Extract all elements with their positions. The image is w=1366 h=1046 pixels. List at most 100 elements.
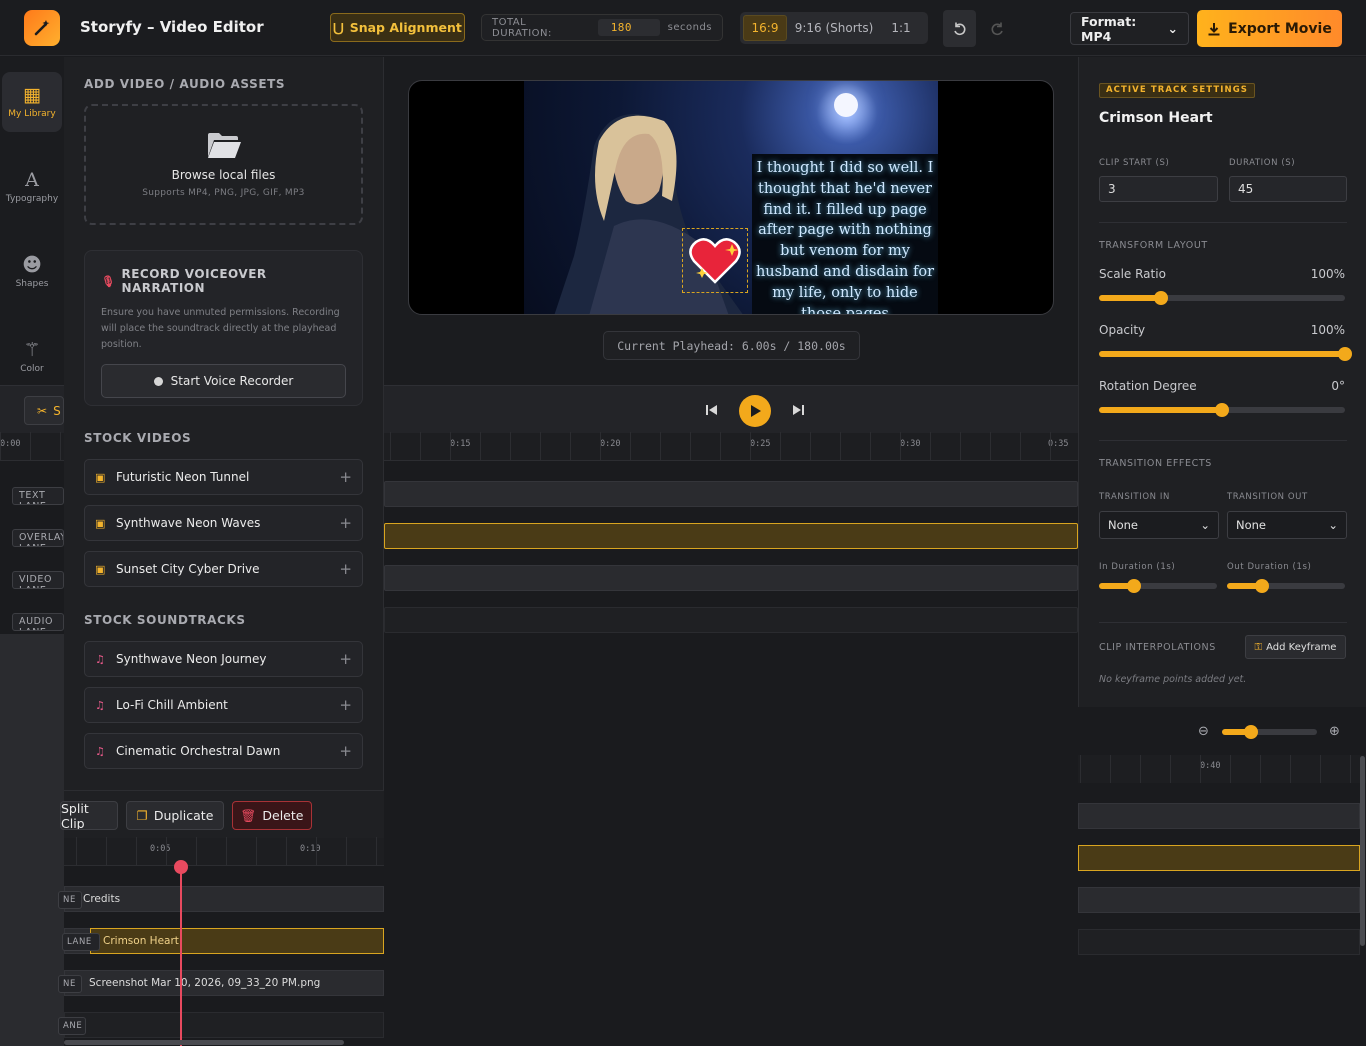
stock-video-item[interactable]: ▣ Sunset City Cyber Drive + xyxy=(84,551,363,587)
duration-input[interactable]: 45 xyxy=(1229,176,1347,202)
sidebar-item-color[interactable]: ⚚ Color xyxy=(2,327,62,387)
ruler-label: 0:35 xyxy=(1048,439,1069,449)
sidebar-item-shapes[interactable]: ☻ Shapes xyxy=(2,242,62,302)
stock-soundtrack-item[interactable]: ♫ Cinematic Orchestral Dawn + xyxy=(84,733,363,769)
crimson-heart-clip[interactable]: Crimson Heart xyxy=(90,928,384,954)
track-name: Crimson Heart xyxy=(1099,110,1213,126)
out-duration-knob[interactable] xyxy=(1255,579,1270,593)
undo-button[interactable] xyxy=(943,10,976,47)
format-select[interactable]: Format: MP4 ⌄ xyxy=(1070,12,1189,45)
add-icon[interactable]: + xyxy=(339,468,352,486)
zoom-slider-knob[interactable] xyxy=(1243,725,1258,739)
ruler-tick xyxy=(0,432,1,460)
rotation-slider[interactable] xyxy=(1099,403,1345,417)
play-button[interactable] xyxy=(739,395,771,427)
add-icon[interactable]: + xyxy=(339,696,352,714)
timeline-vertical-scrollbar[interactable] xyxy=(1360,756,1365,946)
add-icon[interactable]: + xyxy=(339,514,352,532)
transition-in-label: TRANSITION IN xyxy=(1099,492,1170,502)
heart-sticker-selection[interactable] xyxy=(682,228,748,293)
right-text-lane-clip[interactable] xyxy=(1078,803,1360,829)
add-keyframe-button[interactable]: ⚿ Add Keyframe xyxy=(1245,635,1346,659)
right-audio-lane-track[interactable] xyxy=(1078,929,1360,955)
ruler-tick xyxy=(136,837,137,865)
zoom-out-icon[interactable]: ⊖ xyxy=(1198,724,1209,739)
sidebar-item-my-library[interactable]: ▦ My Library xyxy=(2,72,62,132)
right-timeline-ruler[interactable]: 0:40 xyxy=(1078,755,1366,783)
start-voice-recorder-button[interactable]: Start Voice Recorder xyxy=(101,364,346,398)
mini-timeline-ruler[interactable]: 0:05 0:10 xyxy=(64,837,384,866)
preview-canvas[interactable]: I thought I did so well. I thought that … xyxy=(408,80,1054,315)
music-note-icon: ♫ xyxy=(95,744,105,758)
total-duration-input[interactable]: 180 xyxy=(597,19,660,36)
skip-forward-icon xyxy=(793,405,804,415)
right-overlay-lane-clip[interactable] xyxy=(1078,845,1360,871)
transition-in-select[interactable]: None ⌄ xyxy=(1099,511,1219,539)
split-clip-button[interactable]: Split Clip xyxy=(60,801,118,830)
skip-back-button[interactable] xyxy=(700,398,724,422)
chevron-down-icon: ⌄ xyxy=(1167,21,1178,36)
ruler-tick xyxy=(630,432,631,460)
magnet-icon: ⋃ xyxy=(333,20,344,35)
track-settings-panel: ACTIVE TRACK SETTINGS Crimson Heart CLIP… xyxy=(1078,57,1366,707)
add-icon[interactable]: + xyxy=(339,650,352,668)
duplicate-button[interactable]: ❐ Duplicate xyxy=(126,801,224,830)
ruler-label: 0:40 xyxy=(1200,761,1221,771)
timeline-horizontal-scrollbar[interactable] xyxy=(64,1040,344,1045)
add-icon[interactable]: + xyxy=(339,742,352,760)
stock-video-label: Synthwave Neon Waves xyxy=(116,516,261,530)
opacity-slider-knob[interactable] xyxy=(1338,347,1352,361)
text-lane-clip[interactable] xyxy=(384,481,1078,507)
ratio-16-9-button[interactable]: 16:9 xyxy=(743,15,787,41)
audio-lane-track[interactable] xyxy=(384,607,1078,633)
playhead-handle[interactable] xyxy=(174,860,188,874)
stock-soundtrack-item[interactable]: ♫ Lo-Fi Chill Ambient + xyxy=(84,687,363,723)
export-movie-button[interactable]: Export Movie xyxy=(1197,10,1342,47)
redo-button[interactable] xyxy=(980,10,1013,47)
zoom-in-icon[interactable]: ⊕ xyxy=(1329,724,1340,739)
skip-forward-button[interactable] xyxy=(786,398,810,422)
right-video-lane-clip[interactable] xyxy=(1078,887,1360,913)
scale-slider[interactable] xyxy=(1099,291,1345,305)
ruler-tick xyxy=(690,432,691,460)
zoom-slider[interactable] xyxy=(1222,725,1317,739)
mini-audio-track[interactable] xyxy=(64,1012,384,1038)
transform-heading: TRANSFORM LAYOUT xyxy=(1099,240,1208,251)
ruler-label: 0:05 xyxy=(150,844,171,854)
snap-alignment-button[interactable]: ⋃ Snap Alignment xyxy=(330,13,465,42)
caption-overlay-text[interactable]: I thought I did so well. I thought that … xyxy=(752,154,938,314)
credits-clip[interactable]: Credits xyxy=(64,886,384,912)
delete-button[interactable]: 🗑 Delete xyxy=(232,801,312,830)
out-duration-slider[interactable] xyxy=(1227,579,1345,593)
in-duration-knob[interactable] xyxy=(1127,579,1142,593)
stock-video-item[interactable]: ▣ Synthwave Neon Waves + xyxy=(84,505,363,541)
stock-soundtrack-item[interactable]: ♫ Synthwave Neon Journey + xyxy=(84,641,363,677)
scale-slider-knob[interactable] xyxy=(1153,291,1168,305)
sidebar-item-typography[interactable]: A Typography xyxy=(2,157,62,217)
ruler-tick xyxy=(1050,432,1051,460)
stock-video-item[interactable]: ▣ Futuristic Neon Tunnel + xyxy=(84,459,363,495)
ruler-tick xyxy=(480,432,481,460)
split-label-partial: S xyxy=(53,403,61,418)
in-duration-slider[interactable] xyxy=(1099,579,1217,593)
ratio-9-16-button[interactable]: 9:16 (Shorts) xyxy=(790,15,878,41)
out-duration-label: Out Duration (1s) xyxy=(1227,562,1312,572)
video-lane-clip[interactable] xyxy=(384,565,1078,591)
add-icon[interactable]: + xyxy=(339,560,352,578)
rotation-slider-knob[interactable] xyxy=(1215,403,1229,417)
ratio-1-1-button[interactable]: 1:1 xyxy=(881,15,921,41)
transition-out-select[interactable]: None ⌄ xyxy=(1227,511,1347,539)
clip-start-input[interactable]: 3 xyxy=(1099,176,1218,202)
stock-soundtrack-label: Synthwave Neon Journey xyxy=(116,652,267,666)
overlay-lane-clip[interactable] xyxy=(384,523,1078,549)
add-keyframe-label: Add Keyframe xyxy=(1266,641,1337,653)
preview-scene-image: I thought I did so well. I thought that … xyxy=(524,81,938,314)
split-clip-button-partial[interactable]: ✂ S xyxy=(24,396,64,425)
browse-files-dropzone[interactable]: Browse local files Supports MP4, PNG, JP… xyxy=(84,104,363,225)
total-duration-unit: seconds xyxy=(667,22,712,33)
screenshot-clip[interactable]: Screenshot Mar 10, 2026, 09_33_20 PM.png xyxy=(64,970,384,996)
ruler-label: 0:30 xyxy=(900,439,921,449)
transition-out-value: None xyxy=(1236,518,1267,532)
timeline-playhead[interactable] xyxy=(180,868,182,1046)
opacity-slider[interactable] xyxy=(1099,347,1352,361)
